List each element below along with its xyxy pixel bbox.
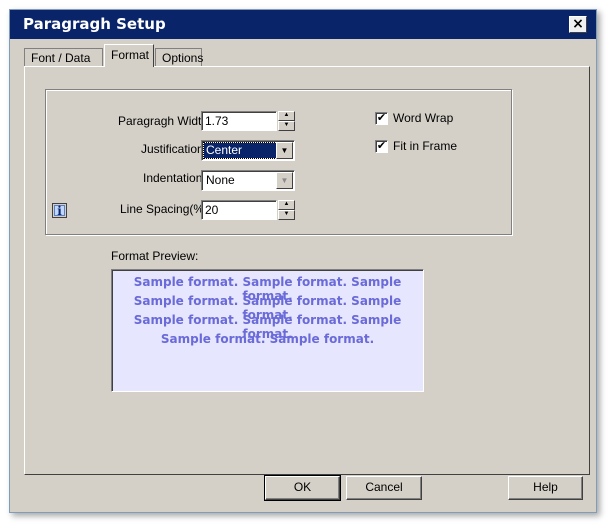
spin-down-icon[interactable]: ▼ [278, 210, 295, 220]
justification-value: Center [203, 142, 277, 159]
fit-in-frame-label: Fit in Frame [393, 139, 458, 153]
close-button[interactable]: × [569, 16, 587, 33]
format-settings-group: Paragragh Width 1.73 ▲ ▼ Justification C… [45, 89, 512, 235]
format-tab-panel: Paragragh Width 1.73 ▲ ▼ Justification C… [24, 66, 590, 475]
spin-down-icon[interactable]: ▼ [278, 121, 295, 131]
info-icon[interactable]: i [52, 203, 67, 218]
line-spacing-label: Line Spacing(%) [120, 202, 209, 216]
word-wrap-checkbox[interactable]: ✔ [375, 112, 388, 125]
line-spacing-spinner[interactable]: ▲ ▼ [278, 200, 295, 220]
paragraph-width-spinner[interactable]: ▲ ▼ [278, 111, 295, 131]
cancel-button[interactable]: Cancel [346, 476, 422, 500]
line-spacing-input[interactable]: 20 [201, 200, 277, 220]
close-icon: × [572, 16, 584, 32]
dialog-title: Paragragh Setup [23, 15, 166, 33]
paragraph-width-input[interactable]: 1.73 [201, 111, 277, 131]
justification-select[interactable]: Center ▼ [201, 140, 295, 161]
preview-line: Sample format. Sample format. [160, 332, 375, 346]
indentation-select[interactable]: None ▼ [201, 170, 295, 191]
tab-font-data[interactable]: Font / Data [24, 48, 103, 67]
paragraph-setup-dialog: Paragragh Setup × Font / Data Format Opt… [9, 9, 597, 513]
title-bar[interactable]: Paragragh Setup × [10, 10, 596, 39]
indentation-label: Indentation [143, 171, 203, 185]
indentation-value: None [206, 173, 235, 187]
fit-in-frame-checkbox[interactable]: ✔ [375, 140, 388, 153]
paragraph-width-label: Paragragh Width [118, 114, 209, 128]
spin-up-icon[interactable]: ▲ [278, 200, 295, 210]
format-preview-box: Sample format. Sample format. Sample for… [111, 269, 424, 392]
spin-up-icon[interactable]: ▲ [278, 111, 295, 121]
tab-format[interactable]: Format [104, 44, 154, 67]
tab-options[interactable]: Options [155, 48, 203, 67]
chevron-down-icon[interactable]: ▼ [276, 142, 293, 159]
word-wrap-label: Word Wrap [393, 111, 454, 125]
format-preview-label: Format Preview: [111, 249, 199, 263]
help-button[interactable]: Help [508, 476, 583, 500]
ok-button[interactable]: OK [264, 475, 341, 501]
chevron-down-icon[interactable]: ▼ [276, 172, 293, 189]
justification-label: Justification [141, 142, 204, 156]
